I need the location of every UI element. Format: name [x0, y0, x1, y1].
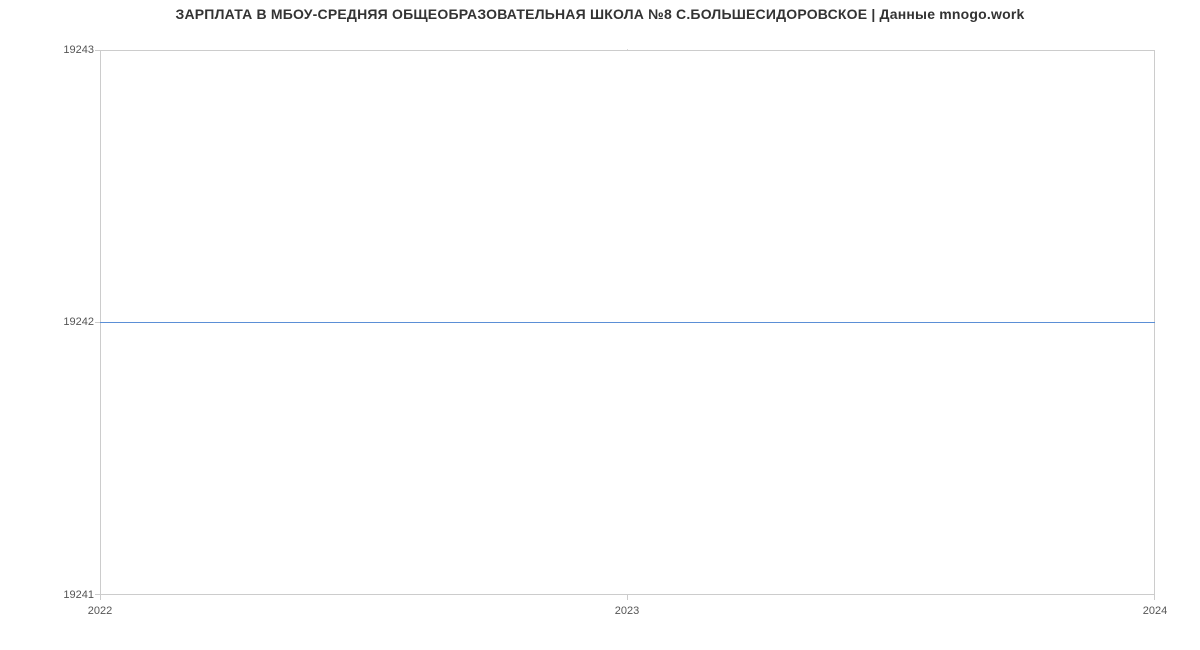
x-tick-label: 2022 — [88, 605, 112, 617]
y-tick-label: 19243 — [0, 44, 94, 56]
x-tick-label: 2023 — [615, 605, 639, 617]
y-tick-label: 19242 — [0, 316, 94, 328]
x-tick-mark — [627, 595, 628, 600]
chart-container: ЗАРПЛАТА В МБОУ-СРЕДНЯЯ ОБЩЕОБРАЗОВАТЕЛЬ… — [0, 0, 1200, 650]
series-line — [100, 322, 1155, 323]
x-tick-mark — [1154, 595, 1155, 600]
y-tick-mark — [95, 322, 100, 323]
chart-title: ЗАРПЛАТА В МБОУ-СРЕДНЯЯ ОБЩЕОБРАЗОВАТЕЛЬ… — [0, 6, 1200, 22]
x-tick-mark — [100, 595, 101, 600]
y-tick-label: 19241 — [0, 589, 94, 601]
y-tick-mark — [95, 50, 100, 51]
x-tick-label: 2024 — [1143, 605, 1167, 617]
